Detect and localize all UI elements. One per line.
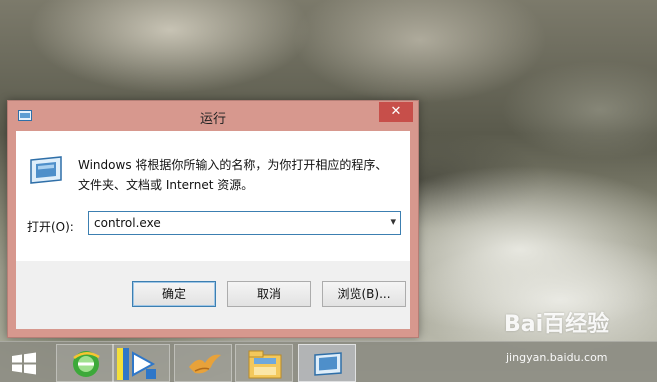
close-button[interactable]: ✕ (379, 102, 413, 122)
start-button[interactable] (0, 344, 58, 382)
open-label: 打开(O): (27, 220, 74, 234)
chevron-down-icon[interactable]: ▾ (390, 215, 396, 228)
titlebar[interactable]: 运行 ✕ (8, 101, 418, 131)
baidu-jingyan-watermark: Bai百经验 jingyan.baidu.com (504, 306, 654, 376)
desktop-background: 运行 ✕ Windows 将根据你所输入的名称，为你打开相应的程序、文件夹、文档… (0, 0, 657, 382)
dialog-description: Windows 将根据你所输入的名称，为你打开相应的程序、文件夹、文档或 Int… (78, 158, 388, 192)
media-player-icon (117, 348, 156, 380)
dialog-body: Windows 将根据你所输入的名称，为你打开相应的程序、文件夹、文档或 Int… (16, 131, 410, 329)
internet-explorer-icon (73, 351, 100, 377)
bird-app-button[interactable] (174, 344, 232, 382)
ok-button[interactable]: 确定 (132, 281, 216, 307)
run-dialog-task[interactable] (298, 344, 356, 382)
media-player-button[interactable] (112, 344, 170, 382)
browse-button[interactable]: 浏览(B)... (322, 281, 406, 307)
command-input[interactable]: control.exe (94, 216, 161, 230)
windows-logo-icon (12, 352, 36, 375)
dialog-title: 运行 (199, 112, 226, 127)
run-dialog: 运行 ✕ Windows 将根据你所输入的名称，为你打开相应的程序、文件夹、文档… (7, 100, 419, 338)
cancel-button[interactable]: 取消 (227, 281, 311, 307)
bird-icon (189, 354, 221, 374)
ie-button[interactable] (56, 344, 114, 382)
watermark-brand: Bai百经验 (504, 312, 610, 337)
folder-icon (248, 350, 282, 379)
file-explorer-button[interactable] (235, 344, 293, 382)
run-icon (314, 352, 342, 376)
watermark-url: jingyan.baidu.com (506, 351, 608, 364)
run-icon (30, 156, 62, 184)
command-combobox[interactable]: control.exe ▾ (88, 211, 401, 235)
